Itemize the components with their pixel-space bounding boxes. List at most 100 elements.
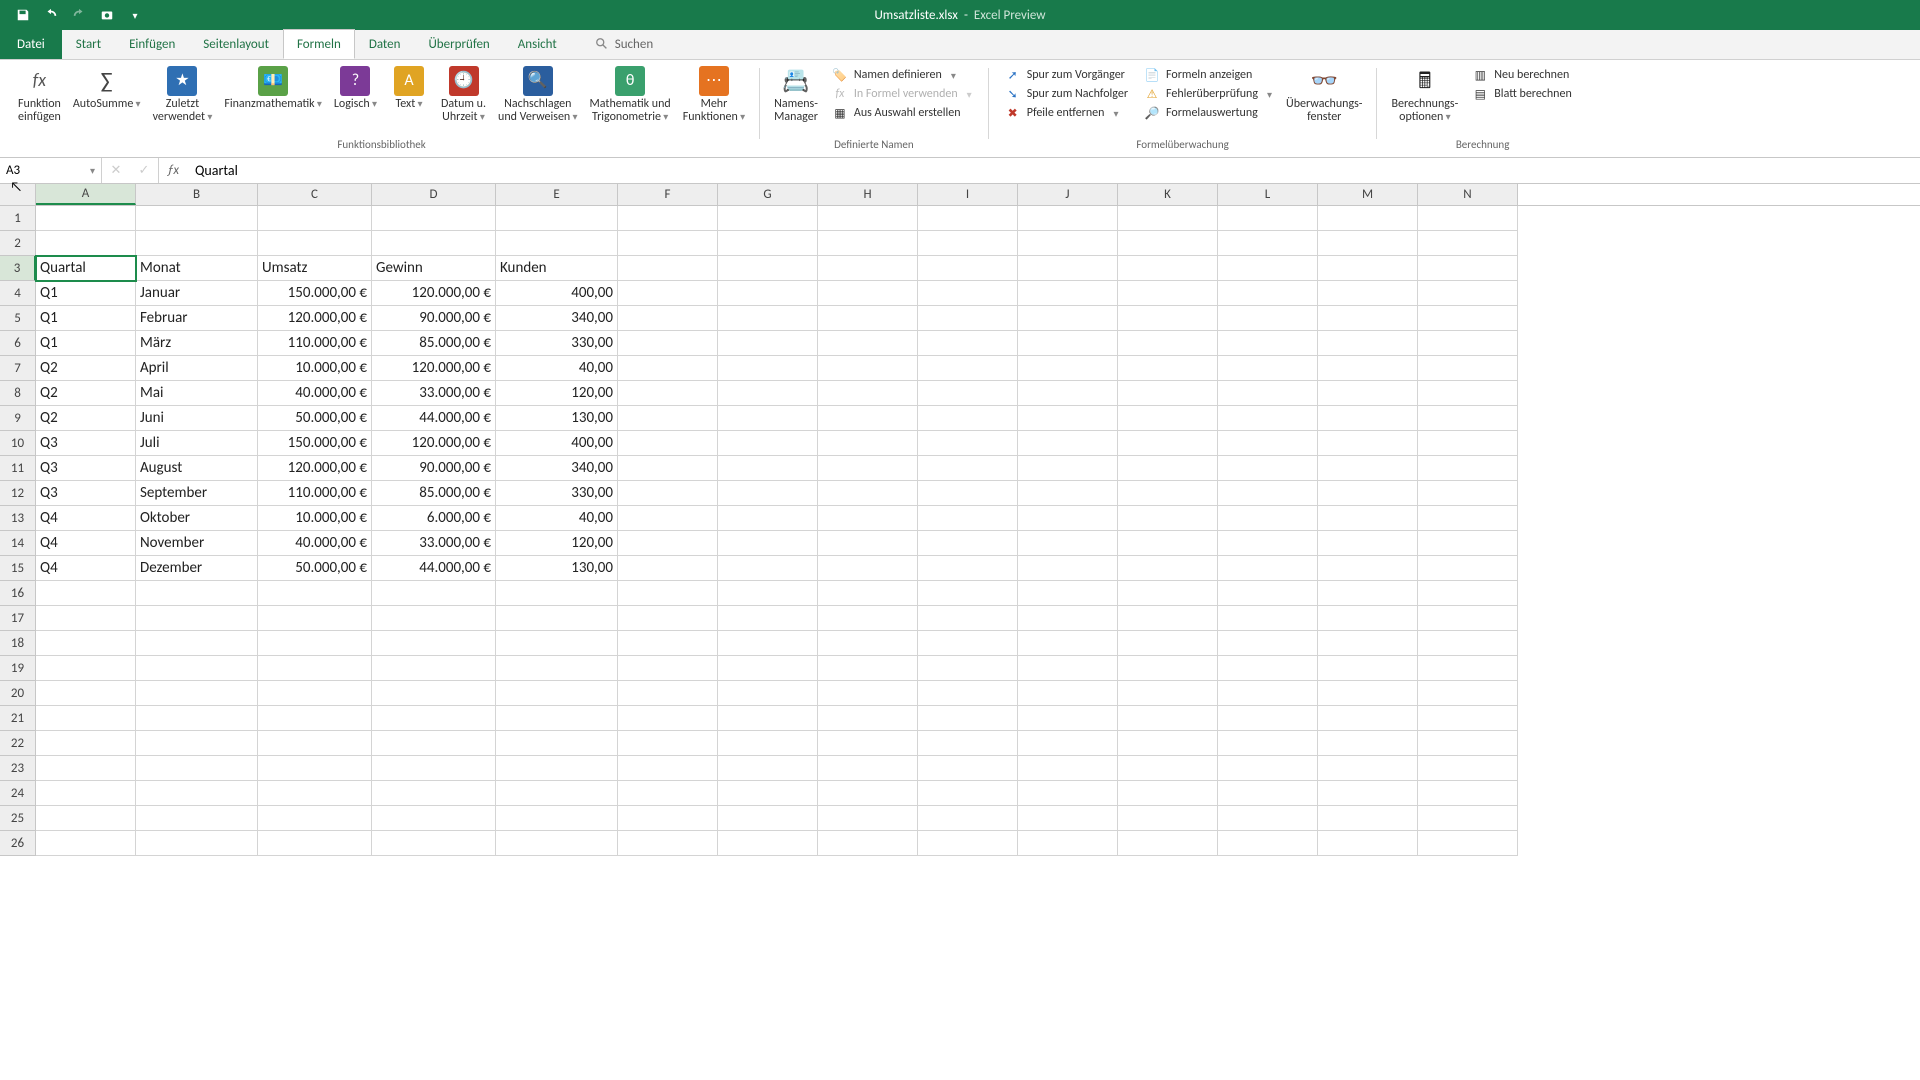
cell-I18[interactable]: [918, 631, 1018, 656]
row-header-2[interactable]: 2: [0, 231, 36, 256]
cell-N26[interactable]: [1418, 831, 1518, 856]
cell-F23[interactable]: [618, 756, 718, 781]
cell-N23[interactable]: [1418, 756, 1518, 781]
cell-K4[interactable]: [1118, 281, 1218, 306]
cell-H6[interactable]: [818, 331, 918, 356]
cell-C2[interactable]: [258, 231, 372, 256]
cell-K14[interactable]: [1118, 531, 1218, 556]
cell-E12[interactable]: 330,00: [496, 481, 618, 506]
cell-L10[interactable]: [1218, 431, 1318, 456]
cell-B17[interactable]: [136, 606, 258, 631]
cell-M14[interactable]: [1318, 531, 1418, 556]
cell-I8[interactable]: [918, 381, 1018, 406]
cell-N7[interactable]: [1418, 356, 1518, 381]
cell-C22[interactable]: [258, 731, 372, 756]
cell-C17[interactable]: [258, 606, 372, 631]
cell-F22[interactable]: [618, 731, 718, 756]
cell-H3[interactable]: [818, 256, 918, 281]
cell-G1[interactable]: [718, 206, 818, 231]
cell-E10[interactable]: 400,00: [496, 431, 618, 456]
cell-D18[interactable]: [372, 631, 496, 656]
cell-B7[interactable]: April: [136, 356, 258, 381]
cell-G15[interactable]: [718, 556, 818, 581]
cell-H7[interactable]: [818, 356, 918, 381]
cell-M24[interactable]: [1318, 781, 1418, 806]
trace-dependents-button[interactable]: ➘ Spur zum Nachfolger: [1001, 85, 1132, 103]
cell-K3[interactable]: [1118, 256, 1218, 281]
search-box[interactable]: Suchen: [581, 29, 667, 59]
cell-C14[interactable]: 40.000,00 €: [258, 531, 372, 556]
cell-A16[interactable]: [36, 581, 136, 606]
cell-G21[interactable]: [718, 706, 818, 731]
cell-E6[interactable]: 330,00: [496, 331, 618, 356]
cell-I15[interactable]: [918, 556, 1018, 581]
cell-J4[interactable]: [1018, 281, 1118, 306]
cell-J21[interactable]: [1018, 706, 1118, 731]
tab-formeln[interactable]: Formeln: [283, 29, 355, 59]
cell-M25[interactable]: [1318, 806, 1418, 831]
cell-I21[interactable]: [918, 706, 1018, 731]
cell-F2[interactable]: [618, 231, 718, 256]
cell-C24[interactable]: [258, 781, 372, 806]
cell-I14[interactable]: [918, 531, 1018, 556]
cell-C6[interactable]: 110.000,00 €: [258, 331, 372, 356]
name-box[interactable]: ▾: [0, 158, 102, 183]
undo-icon[interactable]: [42, 6, 60, 24]
cell-L6[interactable]: [1218, 331, 1318, 356]
cell-G13[interactable]: [718, 506, 818, 531]
cell-G23[interactable]: [718, 756, 818, 781]
cell-I5[interactable]: [918, 306, 1018, 331]
cell-E21[interactable]: [496, 706, 618, 731]
cell-K7[interactable]: [1118, 356, 1218, 381]
cell-H18[interactable]: [818, 631, 918, 656]
cell-A20[interactable]: [36, 681, 136, 706]
row-header-18[interactable]: 18: [0, 631, 36, 656]
cell-L19[interactable]: [1218, 656, 1318, 681]
cell-L12[interactable]: [1218, 481, 1318, 506]
cell-L26[interactable]: [1218, 831, 1318, 856]
formula-input[interactable]: [187, 158, 1920, 183]
cell-H22[interactable]: [818, 731, 918, 756]
row-header-21[interactable]: 21: [0, 706, 36, 731]
cell-C1[interactable]: [258, 206, 372, 231]
cell-K13[interactable]: [1118, 506, 1218, 531]
cell-I19[interactable]: [918, 656, 1018, 681]
cell-G6[interactable]: [718, 331, 818, 356]
cell-G3[interactable]: [718, 256, 818, 281]
cell-C10[interactable]: 150.000,00 €: [258, 431, 372, 456]
cell-C9[interactable]: 50.000,00 €: [258, 406, 372, 431]
cell-B23[interactable]: [136, 756, 258, 781]
cell-D24[interactable]: [372, 781, 496, 806]
cell-E15[interactable]: 130,00: [496, 556, 618, 581]
cell-D26[interactable]: [372, 831, 496, 856]
cell-L20[interactable]: [1218, 681, 1318, 706]
tab-daten[interactable]: Daten: [355, 29, 415, 59]
show-formulas-button[interactable]: 📄 Formeln anzeigen: [1140, 66, 1276, 84]
cell-I12[interactable]: [918, 481, 1018, 506]
cell-N25[interactable]: [1418, 806, 1518, 831]
cell-D15[interactable]: 44.000,00 €: [372, 556, 496, 581]
cell-A22[interactable]: [36, 731, 136, 756]
cell-I6[interactable]: [918, 331, 1018, 356]
cell-H21[interactable]: [818, 706, 918, 731]
cell-K9[interactable]: [1118, 406, 1218, 431]
cell-M4[interactable]: [1318, 281, 1418, 306]
cell-A17[interactable]: [36, 606, 136, 631]
cell-N10[interactable]: [1418, 431, 1518, 456]
fx-icon[interactable]: ƒx: [159, 158, 187, 183]
cell-E8[interactable]: 120,00: [496, 381, 618, 406]
cell-I22[interactable]: [918, 731, 1018, 756]
cell-J2[interactable]: [1018, 231, 1118, 256]
remove-arrows-button[interactable]: ✖ Pfeile entfernen▾: [1001, 104, 1132, 122]
cell-L2[interactable]: [1218, 231, 1318, 256]
cell-E26[interactable]: [496, 831, 618, 856]
cell-M21[interactable]: [1318, 706, 1418, 731]
cell-E16[interactable]: [496, 581, 618, 606]
cell-B10[interactable]: Juli: [136, 431, 258, 456]
col-header-K[interactable]: K: [1118, 184, 1218, 205]
math-trig-button[interactable]: θ Mathematik und Trigonometrie: [584, 64, 677, 126]
cell-H24[interactable]: [818, 781, 918, 806]
cell-B18[interactable]: [136, 631, 258, 656]
cell-J24[interactable]: [1018, 781, 1118, 806]
cell-F15[interactable]: [618, 556, 718, 581]
